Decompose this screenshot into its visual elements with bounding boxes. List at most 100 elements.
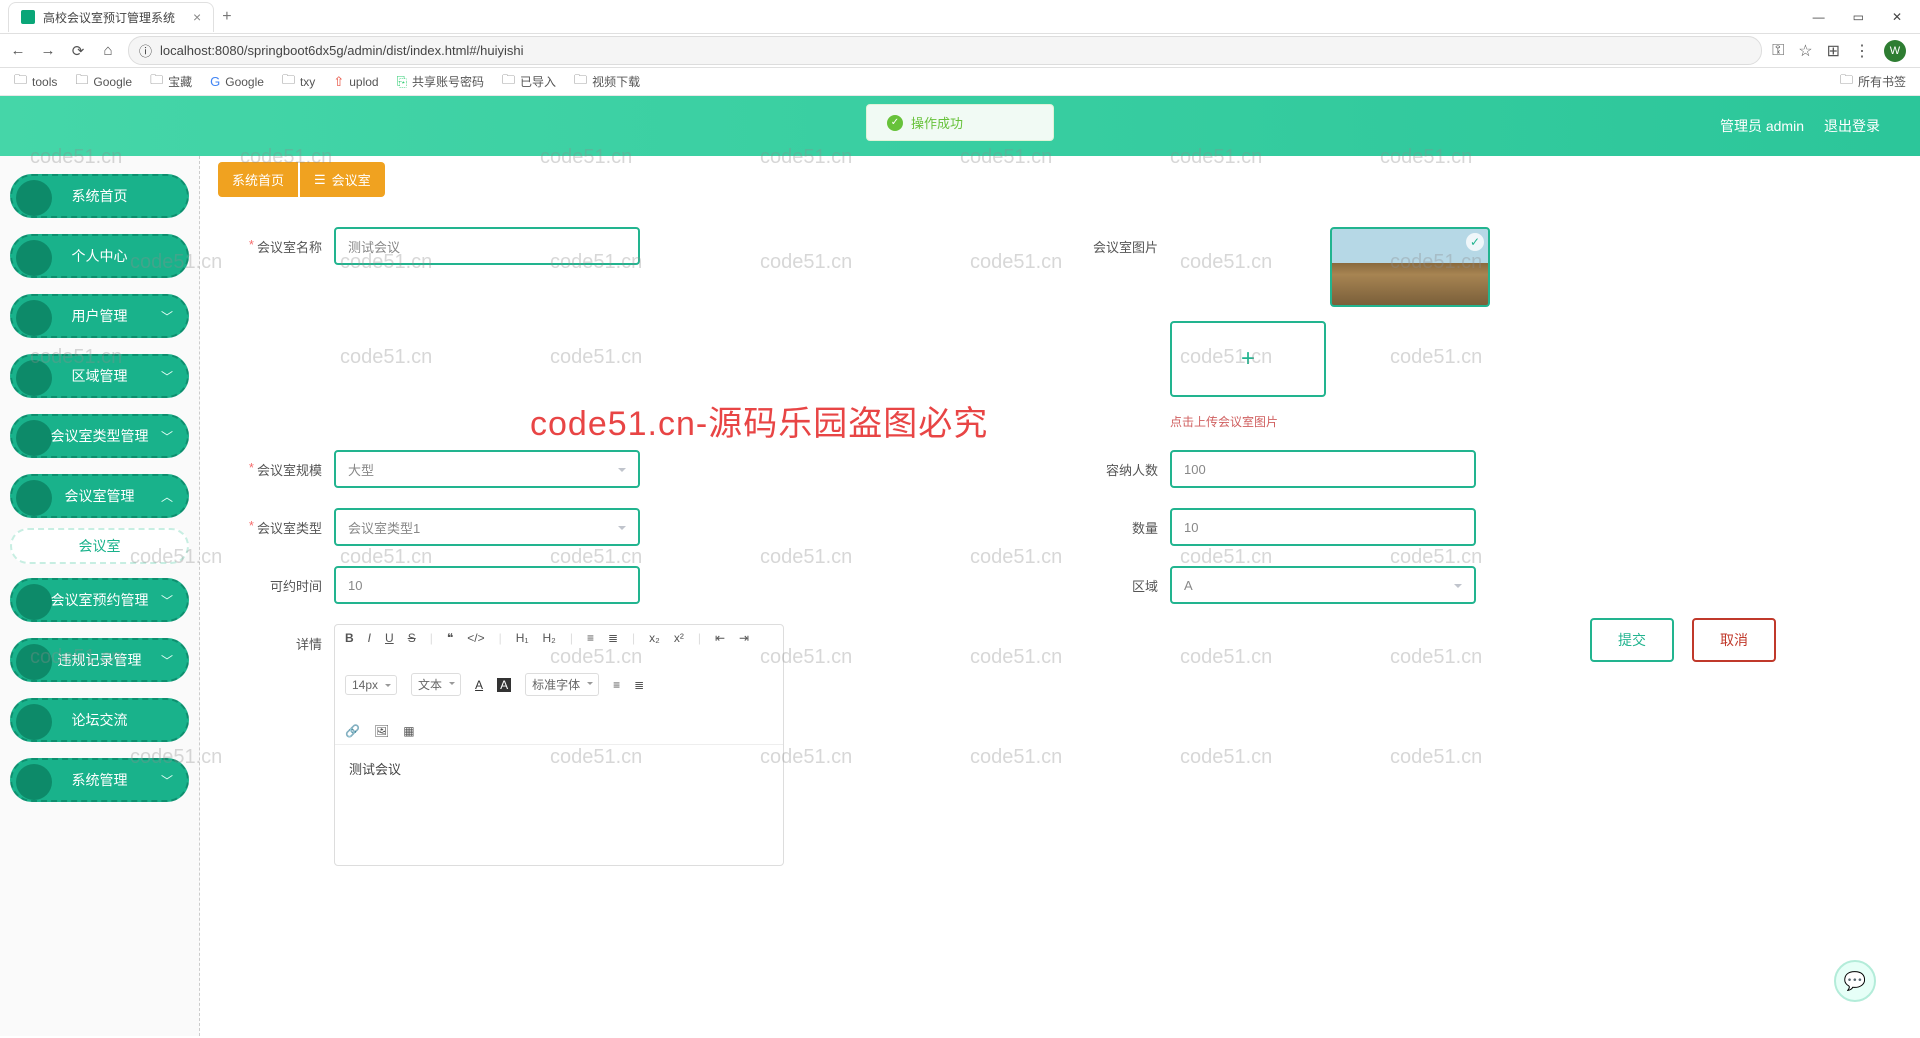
editor-content[interactable]: 测试会议 bbox=[335, 745, 783, 865]
submit-button[interactable]: 提交 bbox=[1590, 618, 1674, 662]
breadcrumb: 系统首页 ☰ 会议室 bbox=[218, 162, 1902, 197]
profile-avatar[interactable]: W bbox=[1884, 40, 1906, 62]
sidebar-item-reservation[interactable]: 会议室预约管理﹀ bbox=[10, 578, 189, 622]
bold-icon[interactable]: B bbox=[345, 631, 354, 645]
label-room-name: *会议室名称 bbox=[224, 227, 334, 256]
chevron-down-icon: ﹀ bbox=[161, 368, 173, 385]
folder-icon: 🗀 bbox=[282, 71, 295, 93]
sidebar-item-personal[interactable]: 个人中心 bbox=[10, 234, 189, 278]
sidebar-item-forum[interactable]: 论坛交流 bbox=[10, 698, 189, 742]
editor-toolbar: B I U S | ❝ </> | H₁ H₂ | bbox=[335, 625, 783, 745]
folder-icon: 🗀 bbox=[574, 71, 587, 93]
sidebar-item-home[interactable]: 系统首页 bbox=[10, 174, 189, 218]
breadcrumb-home[interactable]: 系统首页 bbox=[218, 162, 298, 197]
label-area: 区域 bbox=[1060, 566, 1170, 595]
browser-toolbar: ← → ⟳ ⌂ ⓘ localhost:8080/springboot6dx5g… bbox=[0, 34, 1920, 68]
bookmark-item[interactable]: ⎘共享账号密码 bbox=[397, 73, 484, 90]
quantity-input[interactable]: 10 bbox=[1170, 508, 1476, 546]
text-color-icon[interactable]: A bbox=[475, 678, 483, 692]
maximize-icon[interactable]: ▭ bbox=[1853, 10, 1864, 24]
reload-icon[interactable]: ⟳ bbox=[68, 42, 88, 60]
sidebar-item-area[interactable]: 区域管理﹀ bbox=[10, 354, 189, 398]
list-ul-icon[interactable]: ≣ bbox=[608, 631, 618, 645]
breadcrumb-current: ☰ 会议室 bbox=[300, 162, 385, 197]
bookmark-item[interactable]: ⇧uplod bbox=[333, 74, 378, 90]
sidebar-item-system[interactable]: 系统管理﹀ bbox=[10, 758, 189, 802]
align-center-icon[interactable]: ≣ bbox=[634, 678, 644, 692]
bookmark-item[interactable]: 🗀tools bbox=[14, 71, 57, 93]
upload-button[interactable]: + bbox=[1170, 321, 1326, 397]
code-icon[interactable]: </> bbox=[467, 631, 484, 645]
capacity-input[interactable]: 100 bbox=[1170, 450, 1476, 488]
chevron-down-icon: ﹀ bbox=[161, 308, 173, 325]
browser-tab[interactable]: 高校会议室预订管理系统 × bbox=[8, 2, 214, 32]
sidebar-item-users[interactable]: 用户管理﹀ bbox=[10, 294, 189, 338]
main-content: 系统首页 ☰ 会议室 *会议室名称 测试会议 会议室图片 bbox=[200, 156, 1920, 1036]
bookmark-item[interactable]: 🗀Google bbox=[75, 71, 132, 93]
toast-text: 操作成功 bbox=[911, 113, 963, 132]
scale-select[interactable]: 大型 bbox=[334, 450, 640, 488]
sidebar-subitem-room[interactable]: 会议室 bbox=[10, 528, 189, 564]
chevron-down-icon: ﹀ bbox=[161, 592, 173, 609]
logout-link[interactable]: 退出登录 bbox=[1824, 116, 1880, 136]
sidebar-item-room[interactable]: 会议室管理︿ bbox=[10, 474, 189, 518]
superscript-icon[interactable]: x² bbox=[674, 631, 684, 645]
folder-icon: 🗀 bbox=[1840, 71, 1853, 93]
home-icon[interactable]: ⌂ bbox=[98, 42, 118, 59]
align-left-icon[interactable]: ≡ bbox=[613, 678, 620, 692]
bookmark-item[interactable]: 🗀宝藏 bbox=[150, 71, 192, 93]
all-bookmarks[interactable]: 🗀所有书签 bbox=[1840, 71, 1906, 93]
sidebar-item-roomtype[interactable]: 会议室类型管理﹀ bbox=[10, 414, 189, 458]
google-icon: G bbox=[210, 74, 220, 89]
bg-color-icon[interactable]: A bbox=[497, 678, 511, 692]
chat-fab[interactable]: 💬 bbox=[1834, 960, 1876, 1002]
minimize-icon[interactable]: — bbox=[1813, 10, 1825, 24]
bookmark-item[interactable]: 🗀已导入 bbox=[502, 71, 556, 93]
font-size-select[interactable]: 14px bbox=[345, 675, 397, 695]
indent-icon[interactable]: ⇤ bbox=[715, 631, 725, 645]
browser-tab-strip: 高校会议室预订管理系统 × + — ▭ ✕ bbox=[0, 0, 1920, 34]
upload-hint: 点击上传会议室图片 bbox=[1170, 413, 1490, 430]
bookmark-item[interactable]: 🗀txy bbox=[282, 71, 315, 93]
forward-icon[interactable]: → bbox=[38, 42, 58, 59]
new-tab-button[interactable]: + bbox=[222, 8, 231, 26]
strike-icon[interactable]: S bbox=[408, 631, 416, 645]
key-icon[interactable]: ⚿ bbox=[1772, 42, 1784, 60]
extensions-icon[interactable]: ⊞ bbox=[1827, 41, 1840, 61]
italic-icon[interactable]: I bbox=[368, 631, 371, 645]
subscript-icon[interactable]: x₂ bbox=[649, 631, 660, 645]
room-photo-preview[interactable] bbox=[1330, 227, 1490, 307]
bookmark-item[interactable]: 🗀视频下载 bbox=[574, 71, 640, 93]
quote-icon[interactable]: ❝ bbox=[447, 631, 453, 645]
available-input[interactable]: 10 bbox=[334, 566, 640, 604]
font-family-select[interactable]: 标准字体 bbox=[525, 673, 599, 696]
underline-icon[interactable]: U bbox=[385, 631, 394, 645]
label-type: *会议室类型 bbox=[224, 508, 334, 537]
sidebar-item-violation[interactable]: 违规记录管理﹀ bbox=[10, 638, 189, 682]
image-icon[interactable]: 🖼 bbox=[374, 724, 389, 738]
type-select[interactable]: 会议室类型1 bbox=[334, 508, 640, 546]
url-input[interactable]: ⓘ localhost:8080/springboot6dx5g/admin/d… bbox=[128, 36, 1762, 65]
room-name-input[interactable]: 测试会议 bbox=[334, 227, 640, 265]
label-capacity: 容纳人数 bbox=[1060, 450, 1170, 479]
chevron-down-icon: ﹀ bbox=[161, 428, 173, 445]
h2-icon[interactable]: H₂ bbox=[543, 631, 556, 645]
bookmark-star-icon[interactable]: ☆ bbox=[1798, 41, 1812, 61]
check-icon: ✓ bbox=[887, 115, 903, 131]
video-icon[interactable]: ▦ bbox=[403, 724, 414, 738]
rich-text-editor[interactable]: B I U S | ❝ </> | H₁ H₂ | bbox=[334, 624, 784, 866]
list-ol-icon[interactable]: ≡ bbox=[587, 631, 594, 645]
h1-icon[interactable]: H₁ bbox=[516, 631, 529, 645]
site-info-icon[interactable]: ⓘ bbox=[139, 41, 152, 60]
link-icon[interactable]: 🔗 bbox=[345, 724, 360, 738]
close-icon[interactable]: × bbox=[193, 9, 201, 25]
area-select[interactable]: A bbox=[1170, 566, 1476, 604]
menu-icon[interactable]: ⋮ bbox=[1854, 41, 1870, 61]
bookmark-item[interactable]: GGoogle bbox=[210, 74, 264, 89]
outdent-icon[interactable]: ⇥ bbox=[739, 631, 749, 645]
text-type-select[interactable]: 文本 bbox=[411, 673, 461, 696]
close-window-icon[interactable]: ✕ bbox=[1892, 10, 1902, 24]
back-icon[interactable]: ← bbox=[8, 42, 28, 59]
cancel-button[interactable]: 取消 bbox=[1692, 618, 1776, 662]
chevron-down-icon: ﹀ bbox=[161, 772, 173, 789]
